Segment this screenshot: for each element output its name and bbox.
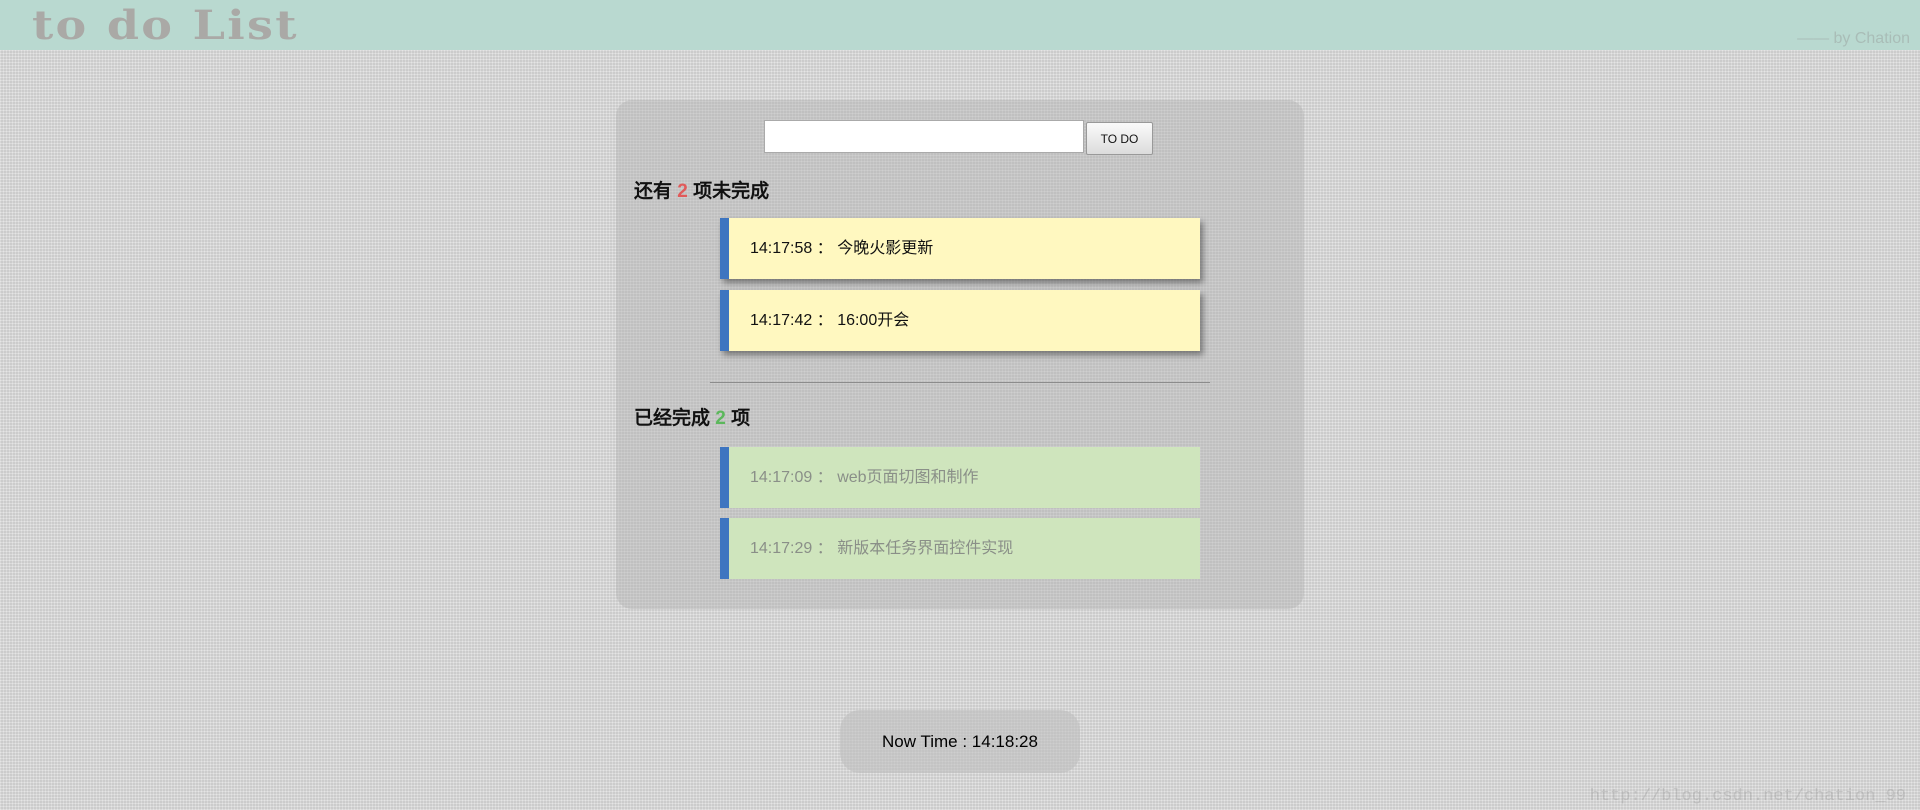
item-text: web页面切图和制作 bbox=[837, 469, 979, 486]
current-time: Now Time : 14:18:28 bbox=[840, 710, 1080, 773]
pending-count: 2 bbox=[677, 181, 688, 202]
todo-add-button[interactable]: TO DO bbox=[1086, 122, 1153, 155]
item-text: 16:00开会 bbox=[837, 312, 910, 329]
app-title: to do List bbox=[32, 2, 299, 49]
divider bbox=[710, 382, 1210, 383]
pending-item[interactable]: 14:17:42 ： 16:00开会 bbox=[720, 290, 1200, 351]
item-separator: ： bbox=[812, 312, 838, 329]
pending-heading: 还有 2 项未完成 bbox=[634, 176, 769, 203]
done-heading: 已经完成 2 项 bbox=[634, 403, 750, 430]
watermark: http://blog.csdn.net/chation_99 bbox=[1589, 787, 1906, 806]
item-text: 新版本任务界面控件实现 bbox=[837, 540, 1014, 557]
item-time: 14:17:09 bbox=[750, 469, 813, 486]
todo-panel: TO DO 还有 2 项未完成 14:17:58 ： 今晚火影更新 14:17:… bbox=[616, 100, 1304, 609]
done-count: 2 bbox=[715, 408, 726, 429]
clock-label: Now Time : bbox=[882, 732, 972, 751]
pending-suffix: 项未完成 bbox=[693, 181, 770, 202]
item-time: 14:17:58 bbox=[750, 240, 813, 257]
item-time: 14:17:29 bbox=[750, 540, 813, 557]
pending-item[interactable]: 14:17:58 ： 今晚火影更新 bbox=[720, 218, 1200, 279]
item-separator: ： bbox=[812, 469, 838, 486]
author-byline: —— by Chation bbox=[1797, 30, 1910, 47]
done-suffix: 项 bbox=[731, 408, 751, 429]
todo-input[interactable] bbox=[764, 120, 1084, 153]
clock-value: 14:18:28 bbox=[971, 732, 1038, 751]
pending-prefix: 还有 bbox=[634, 181, 673, 202]
done-item[interactable]: 14:17:29 ： 新版本任务界面控件实现 bbox=[720, 518, 1200, 579]
item-text: 今晚火影更新 bbox=[837, 240, 934, 257]
item-time: 14:17:42 bbox=[750, 312, 813, 329]
item-separator: ： bbox=[812, 240, 838, 257]
done-prefix: 已经完成 bbox=[634, 408, 711, 429]
header: to do List —— by Chation bbox=[0, 0, 1920, 50]
item-separator: ： bbox=[812, 540, 838, 557]
done-item[interactable]: 14:17:09 ： web页面切图和制作 bbox=[720, 447, 1200, 508]
